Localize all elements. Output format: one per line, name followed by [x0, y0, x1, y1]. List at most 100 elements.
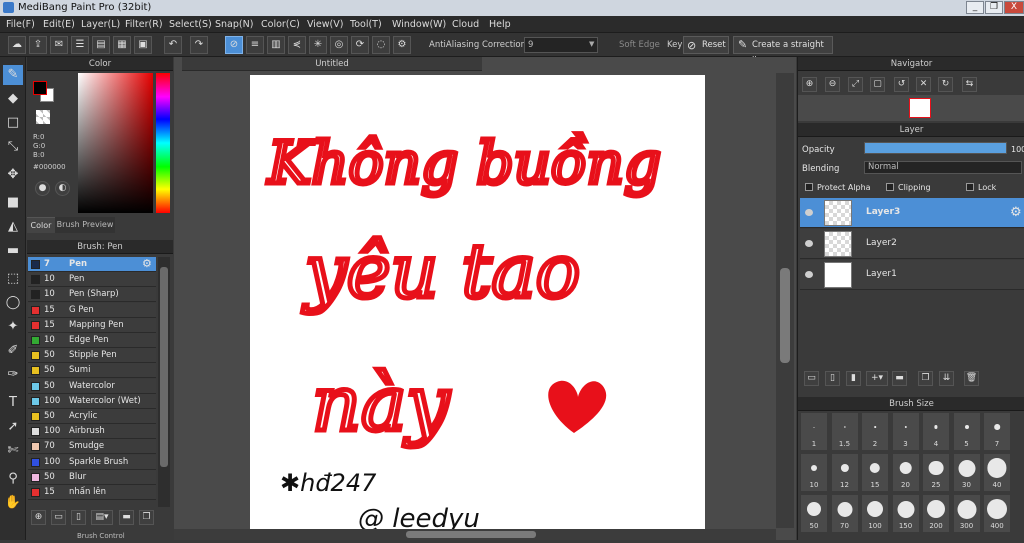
rotate-right-icon[interactable]: ↻ — [938, 77, 953, 92]
gear-icon[interactable]: ⚙ — [142, 257, 152, 270]
brush-size-preset[interactable]: 20 — [891, 453, 920, 492]
upload-icon[interactable]: ⇪ — [29, 36, 47, 54]
undo-icon[interactable]: ↶ — [164, 36, 182, 54]
menu-snap[interactable]: Snap(N) — [215, 19, 253, 30]
new-brush-icon[interactable]: ▭ — [51, 510, 66, 525]
straight-line-button[interactable]: ✎ Create a straight line — [733, 36, 833, 66]
brush-size-preset[interactable]: 7 — [983, 412, 1011, 451]
hand-tool-icon[interactable]: ✋ — [3, 493, 23, 513]
visibility-eye-icon[interactable] — [805, 209, 813, 216]
protect-alpha-checkbox[interactable] — [805, 183, 813, 191]
brush-size-preset[interactable]: 300 — [952, 494, 981, 533]
tab-color[interactable]: Color — [27, 217, 55, 233]
brush-size-preset[interactable]: 150 — [891, 494, 920, 533]
menu-help[interactable]: Help — [489, 19, 511, 30]
actual-size-icon[interactable]: ▢ — [870, 77, 885, 92]
redo-icon[interactable]: ↷ — [190, 36, 208, 54]
circle-snap-icon[interactable]: ◎ — [330, 36, 348, 54]
brush-list-item[interactable]: 15 nhấn lên — [28, 485, 156, 500]
zoom-out-icon[interactable]: ⊖ — [825, 77, 840, 92]
grid-snap-icon[interactable]: ▥ — [267, 36, 285, 54]
merge-down-icon[interactable]: ⇊ — [939, 371, 954, 386]
fullscreen-icon[interactable]: ✕ — [916, 77, 931, 92]
ellipse-snap-icon[interactable]: ◌ — [372, 36, 390, 54]
brush-list-item[interactable]: 50 Blur — [28, 469, 156, 485]
new-8bit-layer-icon[interactable]: ▮ — [846, 371, 861, 386]
eyedropper-tool-icon[interactable]: ⚲ — [3, 469, 23, 489]
delete-layer-icon[interactable]: 🗑 — [964, 371, 979, 386]
visibility-eye-icon[interactable] — [805, 271, 813, 278]
brush-size-preset[interactable]: 100 — [861, 494, 889, 533]
brush-list-item[interactable]: 15 Mapping Pen — [28, 317, 156, 333]
vertical-scrollbar[interactable] — [776, 73, 794, 528]
perspective-snap-icon[interactable]: ⋞ — [288, 36, 306, 54]
menu-filter[interactable]: Filter(R) — [125, 19, 163, 30]
text-tool-icon[interactable]: T — [3, 393, 23, 413]
brush-size-preset[interactable]: 1 — [800, 412, 828, 451]
brush-size-preset[interactable]: 10 — [800, 453, 828, 492]
brush-size-preset[interactable]: 30 — [952, 453, 981, 492]
move-tool-icon[interactable]: ✥ — [3, 165, 23, 185]
duplicate-layer-icon[interactable]: ❐ — [918, 371, 933, 386]
brush-size-preset[interactable]: 40 — [983, 453, 1011, 492]
radial-snap-icon[interactable]: ✳ — [309, 36, 327, 54]
restore-button[interactable]: ❐ — [985, 1, 1003, 14]
new-layer-icon[interactable]: ▭ — [804, 371, 819, 386]
select-pen-tool-icon[interactable]: ✐ — [3, 341, 23, 361]
scroll-thumb[interactable] — [160, 267, 168, 467]
eraser-tool-icon[interactable]: ◆ — [3, 89, 23, 109]
brush-list-item[interactable]: 10 Pen (Sharp) — [28, 287, 156, 303]
select-eraser-tool-icon[interactable]: ✑ — [3, 365, 23, 385]
horizontal-scrollbar[interactable] — [174, 529, 776, 540]
brush-size-preset[interactable]: 5 — [952, 412, 981, 451]
magic-wand-tool-icon[interactable]: ✦ — [3, 317, 23, 337]
document-tab[interactable]: Untitled — [182, 57, 482, 71]
rotate-left-icon[interactable]: ↺ — [894, 77, 909, 92]
new-halftone-layer-icon[interactable]: ▯ — [825, 371, 840, 386]
layer-folder-icon[interactable]: ▬ — [892, 371, 907, 386]
grid-doc-icon[interactable]: ▣ — [134, 36, 152, 54]
line-tool-icon[interactable]: ⤡ — [3, 137, 23, 157]
close-button[interactable]: X — [1004, 1, 1024, 14]
layer-row[interactable]: Layer1 — [800, 260, 1024, 290]
menu-color[interactable]: Color(C) — [261, 19, 300, 30]
lasso-tool-icon[interactable]: ◯ — [3, 293, 23, 313]
snap-off-icon[interactable]: ⊘ — [225, 36, 243, 54]
duplicate-icon[interactable]: ❐ — [139, 510, 154, 525]
brush-size-preset[interactable]: 15 — [861, 453, 889, 492]
bucket-tool-icon[interactable]: ◭ — [3, 217, 23, 237]
menu-file[interactable]: File(F) — [6, 19, 35, 30]
brush-size-preset[interactable]: 70 — [830, 494, 859, 533]
menu-layer[interactable]: Layer(L) — [81, 19, 120, 30]
brush-list-item[interactable]: 50 Sumi — [28, 363, 156, 379]
cloud-icon[interactable]: ☁ — [8, 36, 26, 54]
brush-list-item[interactable]: 15 G Pen — [28, 302, 156, 318]
brush-size-preset[interactable]: 12 — [830, 453, 859, 492]
menu-tool[interactable]: Tool(T) — [350, 19, 382, 30]
folder-icon[interactable]: ▬ — [119, 510, 134, 525]
brush-list-scrollbar[interactable] — [158, 257, 170, 507]
menu-edit[interactable]: Edit(E) — [43, 19, 75, 30]
gear-icon[interactable]: ⚙ — [1010, 205, 1022, 220]
fill-rect-tool-icon[interactable]: ■ — [3, 193, 23, 213]
brush-list-item[interactable]: 10 Edge Pen — [28, 333, 156, 348]
palette-icon[interactable]: ● — [35, 181, 50, 196]
select-rect-tool-icon[interactable]: ⬚ — [3, 269, 23, 289]
fit-icon[interactable]: ⤢ — [848, 77, 863, 92]
menu-select[interactable]: Select(S) — [169, 19, 212, 30]
blending-select[interactable]: Normal — [864, 161, 1022, 174]
menu-window[interactable]: Window(W) — [392, 19, 446, 30]
saturation-value-picker[interactable] — [78, 73, 153, 213]
tab-brush-preview[interactable]: Brush Preview — [55, 217, 115, 233]
brush-size-preset[interactable]: 200 — [922, 494, 950, 533]
divide-tool-icon[interactable]: ✄ — [3, 441, 23, 461]
brush-list-item[interactable]: 100 Sparkle Brush — [28, 454, 156, 470]
operation-tool-icon[interactable]: ➚ — [3, 417, 23, 437]
brush-size-preset[interactable]: 3 — [891, 412, 920, 451]
brush-list-item[interactable]: 70 Smudge — [28, 439, 156, 455]
brush-list-item[interactable]: 100 Watercolor (Wet) — [28, 393, 156, 409]
comment-icon[interactable]: ✉ — [50, 36, 68, 54]
brush-list-item[interactable]: 100 Airbrush — [28, 424, 156, 440]
navigator-preview[interactable] — [798, 95, 1024, 121]
clipping-checkbox[interactable] — [886, 183, 894, 191]
